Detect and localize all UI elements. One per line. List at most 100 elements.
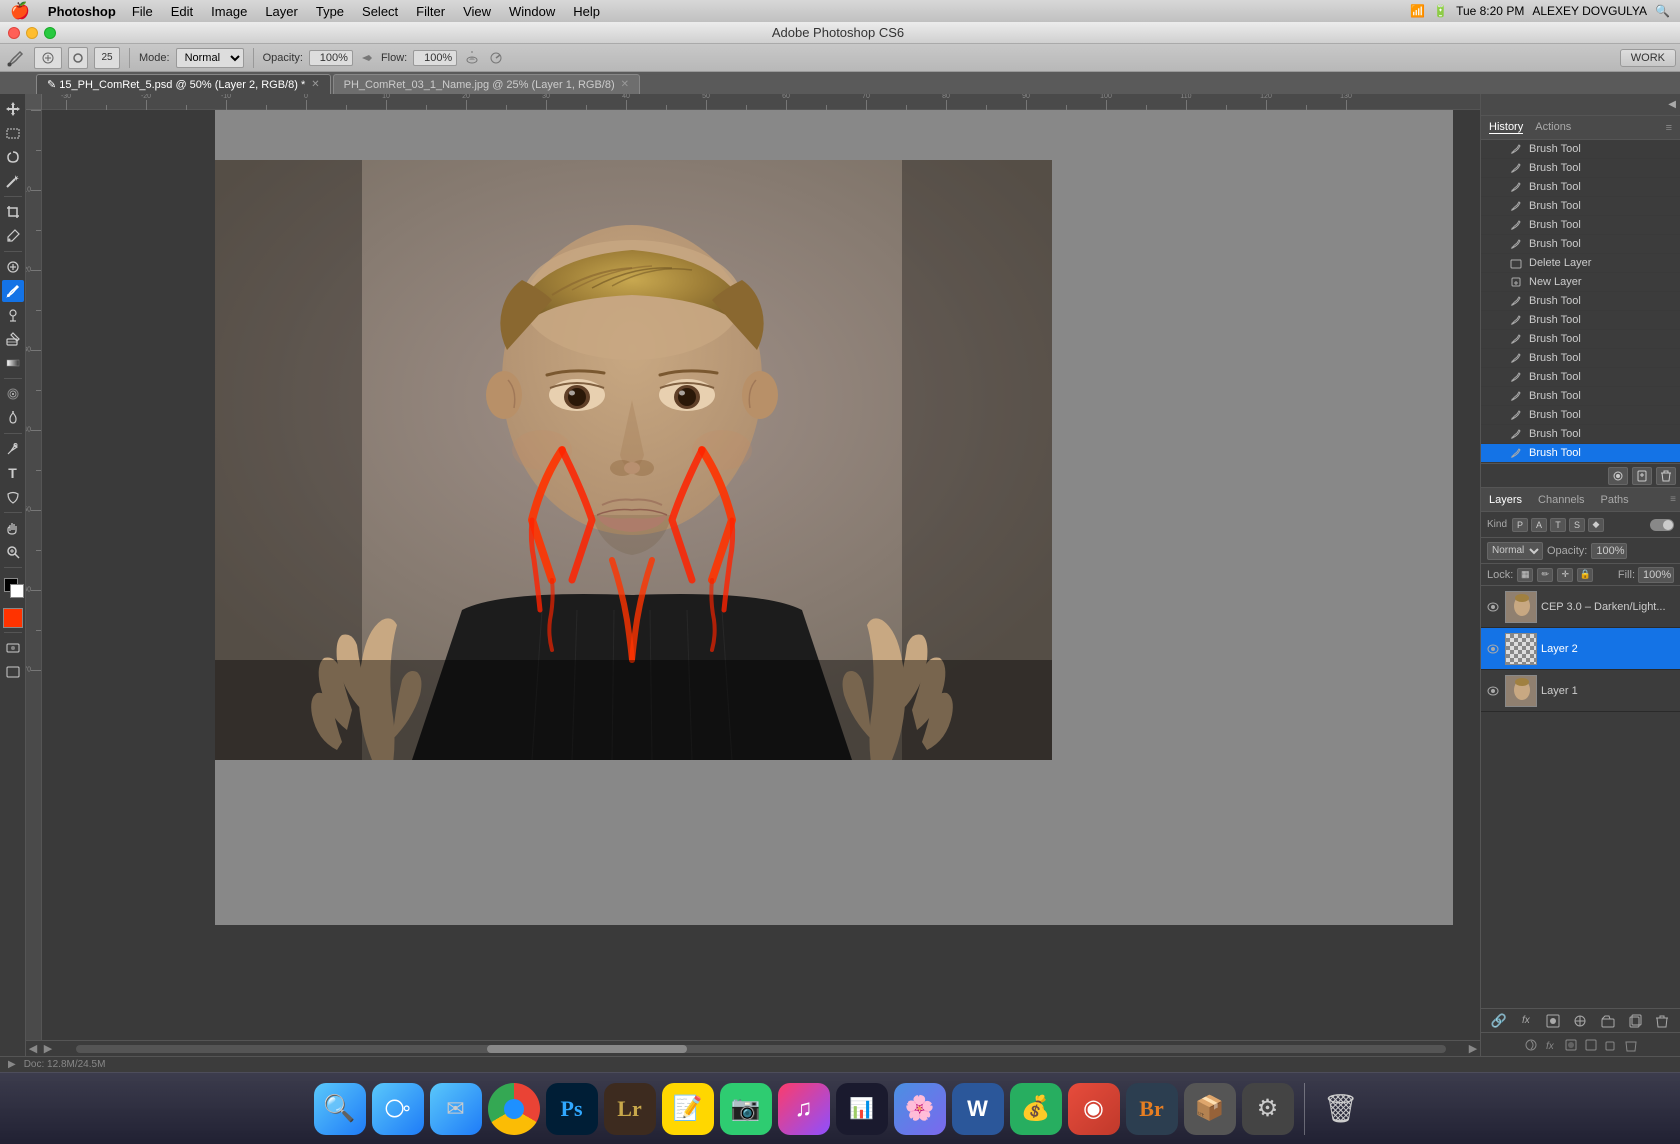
dock-safari[interactable]: ⧂: [372, 1083, 424, 1135]
history-item-14[interactable]: Brush Tool: [1481, 406, 1680, 425]
layer-eye-0[interactable]: [1485, 599, 1501, 615]
photo-canvas[interactable]: [212, 160, 1052, 760]
channels-tab[interactable]: Channels: [1534, 492, 1588, 508]
blend-mode-select[interactable]: Normal Multiply Screen: [1487, 542, 1543, 560]
opacity-value[interactable]: 100%: [309, 50, 353, 66]
layer-group-btn[interactable]: [1598, 1012, 1618, 1030]
minimize-button[interactable]: [26, 27, 38, 39]
opacity-prop-val[interactable]: 100%: [1591, 543, 1627, 559]
tool-magic-wand[interactable]: [2, 170, 24, 192]
tool-lasso[interactable]: [2, 146, 24, 168]
edit-menu[interactable]: Edit: [163, 4, 201, 19]
filter-shape-btn[interactable]: S: [1569, 518, 1585, 532]
hscroll-thumb[interactable]: [487, 1045, 687, 1053]
dock-mail[interactable]: ✉: [430, 1083, 482, 1135]
image-menu[interactable]: Image: [203, 4, 255, 19]
adj-icon-2[interactable]: [1584, 1038, 1598, 1052]
layer-adj-btn[interactable]: [1570, 1012, 1590, 1030]
tool-path[interactable]: [2, 486, 24, 508]
workspace-button[interactable]: WORK: [1620, 49, 1676, 67]
window-menu[interactable]: Window: [501, 4, 563, 19]
history-item-5[interactable]: Brush Tool: [1481, 235, 1680, 254]
brush-settings-btn[interactable]: [68, 47, 88, 69]
layer-menu[interactable]: Layer: [257, 4, 306, 19]
history-item-0[interactable]: Brush Tool: [1481, 140, 1680, 159]
lock-position-btn[interactable]: ✛: [1557, 568, 1573, 582]
tool-eraser[interactable]: [2, 328, 24, 350]
tool-brush[interactable]: [2, 280, 24, 302]
history-snapshot-btn[interactable]: [1608, 467, 1628, 485]
tool-text[interactable]: T: [2, 462, 24, 484]
dock-facetime[interactable]: 📷: [720, 1083, 772, 1135]
dock-itunes[interactable]: ♫: [778, 1083, 830, 1135]
history-newdoc-btn[interactable]: [1632, 467, 1652, 485]
brush-angle-icon[interactable]: [487, 49, 505, 67]
apple-menu[interactable]: 🍎: [10, 1, 30, 21]
history-item-2[interactable]: Brush Tool: [1481, 178, 1680, 197]
layer-eye-2[interactable]: [1485, 683, 1501, 699]
layer-item-0[interactable]: CEP 3.0 – Darken/Light...: [1481, 586, 1680, 628]
panel-options-icon[interactable]: ≡: [1666, 122, 1672, 134]
brush-size-display[interactable]: 25: [94, 47, 120, 69]
tool-pen[interactable]: [2, 438, 24, 460]
dock-app3[interactable]: ⚙: [1242, 1083, 1294, 1135]
dock-bridge[interactable]: Br: [1126, 1083, 1178, 1135]
status-arrow[interactable]: ▶: [8, 1059, 16, 1070]
paths-tab[interactable]: Paths: [1597, 492, 1633, 508]
dock-finder[interactable]: 🔍: [314, 1083, 366, 1135]
airbrush-toggle[interactable]: [463, 49, 481, 67]
tool-healing[interactable]: [2, 256, 24, 278]
filter-smart-btn[interactable]: ◆: [1588, 518, 1604, 532]
dock-stickies[interactable]: 📝: [662, 1083, 714, 1135]
tool-zoom[interactable]: [2, 541, 24, 563]
layer-link-btn[interactable]: 🔗: [1489, 1012, 1509, 1030]
history-item-4[interactable]: Brush Tool: [1481, 216, 1680, 235]
mask-icon-2[interactable]: [1564, 1038, 1578, 1052]
history-delete-btn[interactable]: [1656, 467, 1676, 485]
history-item-6[interactable]: Delete Layer: [1481, 254, 1680, 273]
dock-chrome[interactable]: [488, 1083, 540, 1135]
dock-trash[interactable]: 🗑: [1315, 1083, 1367, 1135]
history-item-3[interactable]: Brush Tool: [1481, 197, 1680, 216]
tab-active-close[interactable]: ✕: [311, 79, 319, 90]
foreground-color-swatch[interactable]: [3, 608, 23, 628]
history-tab[interactable]: History: [1489, 121, 1523, 134]
type-menu[interactable]: Type: [308, 4, 352, 19]
maximize-button[interactable]: [44, 27, 56, 39]
help-menu[interactable]: Help: [565, 4, 608, 19]
layer-item-1[interactable]: Layer 2: [1481, 628, 1680, 670]
file-menu[interactable]: File: [124, 4, 161, 19]
tab-inactive-close[interactable]: ✕: [621, 79, 629, 90]
tool-crop[interactable]: [2, 201, 24, 223]
dock-word[interactable]: W: [952, 1083, 1004, 1135]
dock-lightroom[interactable]: Lr: [604, 1083, 656, 1135]
tool-clone[interactable]: [2, 304, 24, 326]
history-item-11[interactable]: Brush Tool: [1481, 349, 1680, 368]
history-item-7[interactable]: New Layer: [1481, 273, 1680, 292]
foreground-color[interactable]: [2, 576, 24, 598]
dock-photoshop[interactable]: Ps: [546, 1083, 598, 1135]
tab-inactive[interactable]: PH_ComRet_03_1_Name.jpg @ 25% (Layer 1, …: [333, 74, 640, 94]
history-item-15[interactable]: Brush Tool: [1481, 425, 1680, 444]
filter-pixel-btn[interactable]: P: [1512, 518, 1528, 532]
tool-dodge[interactable]: [2, 407, 24, 429]
fill-value[interactable]: 100%: [1638, 567, 1674, 583]
lock-pixels-btn[interactable]: ✏: [1537, 568, 1553, 582]
dock-app1[interactable]: ◉: [1068, 1083, 1120, 1135]
layer-delete-btn[interactable]: [1652, 1012, 1672, 1030]
dock-istat[interactable]: 📊: [836, 1083, 888, 1135]
tool-preset-btn[interactable]: [34, 47, 62, 69]
layers-tab[interactable]: Layers: [1485, 492, 1526, 508]
flow-value[interactable]: 100%: [413, 50, 457, 66]
tool-quick-mask[interactable]: [2, 637, 24, 659]
tool-hand[interactable]: [2, 517, 24, 539]
tool-move[interactable]: [2, 98, 24, 120]
tool-screen-mode[interactable]: [2, 661, 24, 683]
select-menu[interactable]: Select: [354, 4, 406, 19]
tab-active[interactable]: ✎ 15_PH_ComRet_5.psd @ 50% (Layer 2, RGB…: [36, 74, 331, 94]
layer-item-2[interactable]: Layer 1: [1481, 670, 1680, 712]
lock-all-btn[interactable]: 🔒: [1577, 568, 1593, 582]
lock-transparent-btn[interactable]: ▦: [1517, 568, 1533, 582]
tool-marquee[interactable]: [2, 122, 24, 144]
dock-money[interactable]: 💰: [1010, 1083, 1062, 1135]
